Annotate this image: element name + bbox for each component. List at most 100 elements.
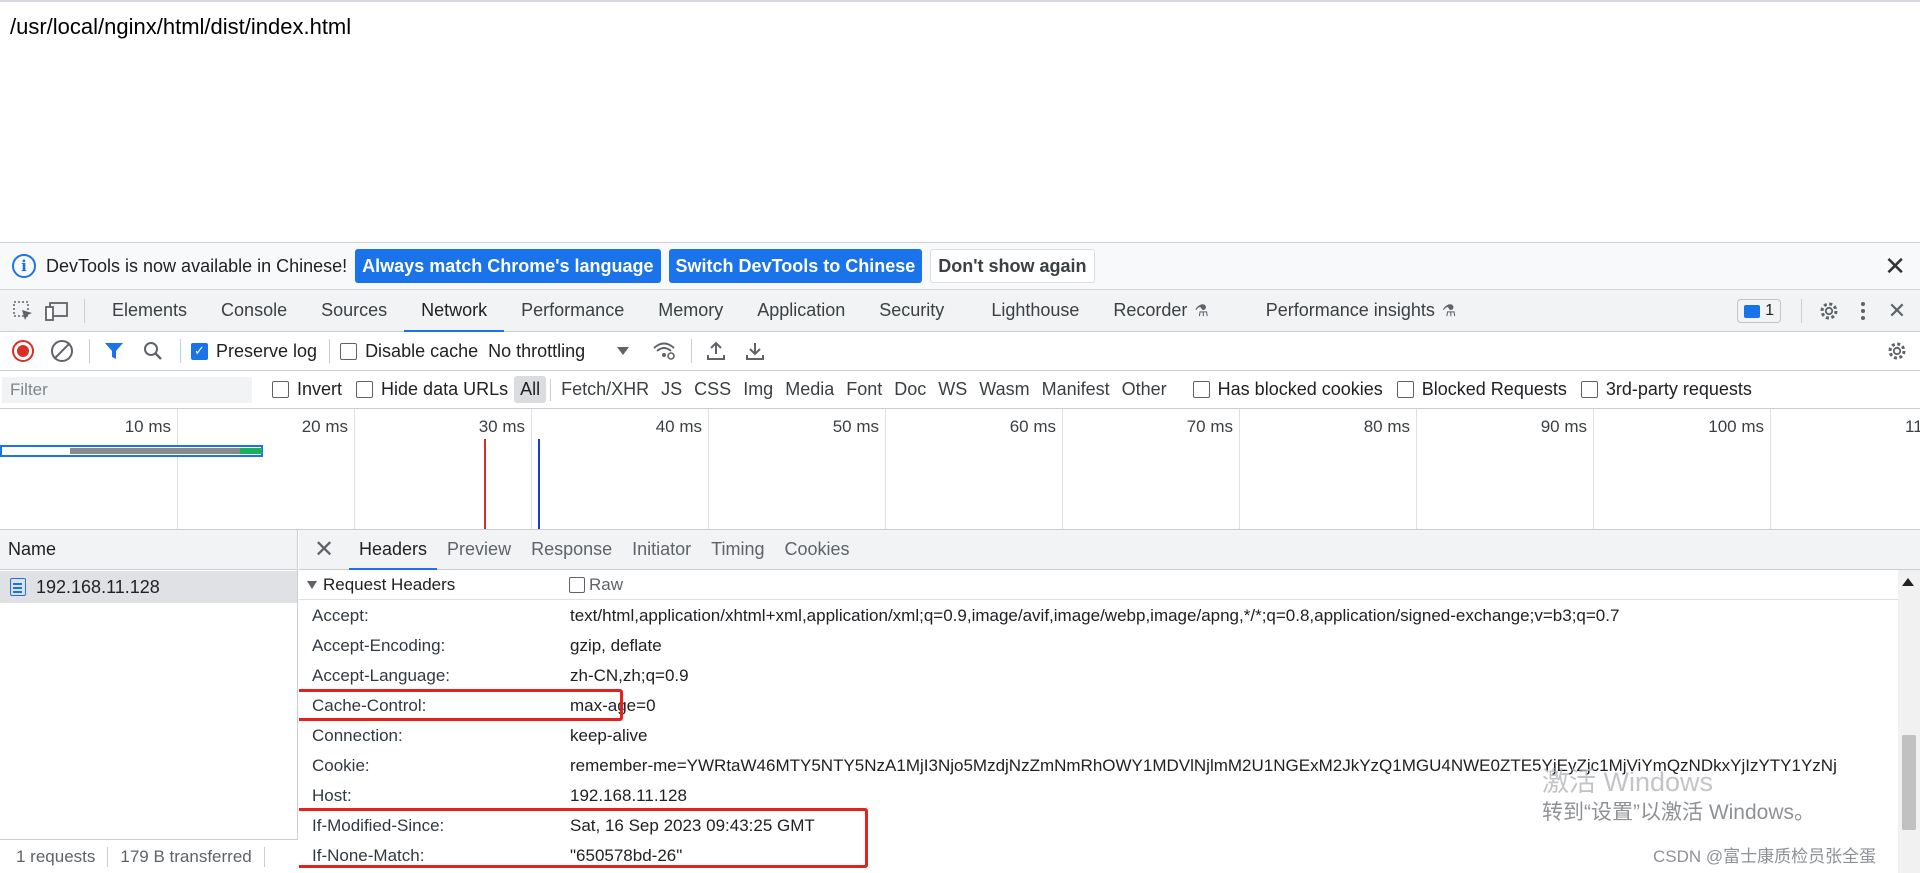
waiting-segment [70, 448, 240, 454]
network-conditions-icon[interactable] [649, 336, 679, 366]
language-infobar: i DevTools is now available in Chinese! … [0, 242, 1920, 290]
name-column-header[interactable]: Name [0, 530, 297, 570]
inspect-element-icon[interactable] [6, 294, 40, 328]
transferred-size: 179 B transferred [120, 846, 252, 866]
type-filter-css[interactable]: CSS [688, 376, 737, 403]
throttling-select[interactable]: No throttling [488, 341, 630, 362]
disable-cache-checkbox[interactable]: Disable cache [340, 341, 478, 362]
timeline-divider [1593, 409, 1594, 529]
scrollbar-thumb[interactable] [1902, 735, 1916, 830]
tab-memory[interactable]: Memory [641, 290, 740, 332]
invert-label: Invert [297, 379, 343, 399]
tab-elements[interactable]: Elements [95, 290, 204, 332]
hide-data-urls-checkbox[interactable]: Hide data URLs [356, 379, 508, 400]
tab-preview[interactable]: Preview [437, 530, 521, 570]
checkbox-icon [569, 576, 585, 593]
filter-bar: Filter Invert Hide data URLs All Fetch/XH… [0, 371, 1920, 409]
has-blocked-cookies-label: Has blocked cookies [1217, 379, 1383, 399]
invert-checkbox[interactable]: Invert [272, 379, 342, 400]
raw-label: Raw [589, 574, 624, 594]
hide-data-urls-label: Hide data URLs [381, 379, 509, 399]
close-details-icon[interactable]: ✕ [309, 535, 339, 564]
header-value[interactable]: 192.168.11.128 [570, 786, 687, 806]
timeline-divider [885, 409, 886, 529]
third-party-requests-checkbox[interactable]: 3rd-party requests [1580, 379, 1752, 400]
tab-timing[interactable]: Timing [701, 530, 774, 570]
upload-icon[interactable] [701, 336, 731, 366]
tab-cookies[interactable]: Cookies [775, 530, 860, 570]
type-filter-fetch-xhr[interactable]: Fetch/XHR [555, 376, 655, 403]
type-filter-media[interactable]: Media [779, 376, 840, 403]
tab-security[interactable]: Security [862, 290, 974, 332]
issues-badge[interactable]: 1 [1737, 299, 1781, 323]
filter-icon[interactable] [99, 336, 129, 366]
always-match-language-button[interactable]: Always match Chrome's language [355, 249, 661, 283]
type-filter-doc[interactable]: Doc [888, 376, 932, 403]
type-filter-all[interactable]: All [514, 376, 547, 403]
tab-initiator[interactable]: Initiator [622, 530, 701, 570]
raw-checkbox[interactable]: Raw [569, 575, 623, 595]
tab-recorder[interactable]: Recorder ⚗ [1096, 290, 1225, 332]
switch-to-chinese-button[interactable]: Switch DevTools to Chinese [668, 249, 923, 283]
tabbar-right-controls: 1 ✕ [1737, 290, 1920, 332]
type-filter-font[interactable]: Font [840, 376, 888, 403]
gear-icon[interactable] [1812, 294, 1846, 328]
csdn-credit-watermark: CSDN @富士康质检员张全蛋 [1653, 847, 1877, 866]
request-name: 192.168.11.128 [36, 576, 160, 597]
close-devtools-icon[interactable]: ✕ [1880, 294, 1914, 328]
tab-performance-insights[interactable]: Performance insights ⚗ [1226, 290, 1473, 332]
tab-response[interactable]: Response [521, 530, 622, 570]
device-toolbar-icon[interactable] [40, 294, 74, 328]
tabbar-separator [1801, 299, 1802, 323]
download-segment [240, 448, 262, 454]
dom-content-loaded-marker [538, 439, 540, 529]
has-blocked-cookies-checkbox[interactable]: Has blocked cookies [1192, 379, 1383, 400]
download-icon[interactable] [740, 336, 770, 366]
tab-application[interactable]: Application [740, 290, 862, 332]
request-row[interactable]: 192.168.11.128 [0, 571, 297, 603]
header-value[interactable]: gzip, deflate [570, 636, 662, 656]
tab-headers[interactable]: Headers [349, 530, 438, 570]
record-icon[interactable] [8, 336, 38, 366]
type-filter-manifest[interactable]: Manifest [1036, 376, 1116, 403]
chat-icon [1744, 304, 1761, 318]
close-icon[interactable]: ✕ [1884, 253, 1906, 279]
dont-show-again-button[interactable]: Don't show again [930, 249, 1095, 283]
type-filter-other[interactable]: Other [1116, 376, 1173, 403]
timeline-divider [1416, 409, 1417, 529]
highlight-box [299, 808, 868, 868]
type-filter-ws[interactable]: WS [932, 376, 973, 403]
network-settings-gear-icon[interactable] [1882, 336, 1912, 366]
network-overview-timeline[interactable]: 10 ms 20 ms 30 ms 40 ms 50 ms 60 ms 70 ms 80 ms… [0, 409, 1920, 530]
search-icon[interactable] [138, 336, 168, 366]
highlight-box [299, 689, 623, 721]
clear-icon[interactable] [47, 336, 77, 366]
requests-panel: Name 192.168.11.128 1 requests 179 B tra… [0, 530, 298, 873]
timeline-tick-label: 70 ms [1186, 417, 1233, 436]
type-filter-img[interactable]: Img [737, 376, 779, 403]
header-row: Accept-Language: zh-CN,zh;q=0.9 [299, 661, 1899, 691]
type-filter-wasm[interactable]: Wasm [973, 376, 1035, 403]
header-value[interactable]: zh-CN,zh;q=0.9 [570, 666, 689, 686]
type-filter-js[interactable]: JS [655, 376, 688, 403]
request-headers-section[interactable]: Request Headers Raw [299, 570, 1920, 600]
preserve-log-checkbox[interactable]: ✓ Preserve log [191, 341, 317, 362]
tab-network[interactable]: Network [404, 290, 505, 332]
section-title: Request Headers [323, 574, 456, 594]
tab-performance[interactable]: Performance [504, 290, 641, 332]
header-value[interactable]: keep-alive [570, 726, 648, 746]
timeline-divider [1239, 409, 1240, 529]
blocked-requests-checkbox[interactable]: Blocked Requests [1396, 379, 1567, 400]
filter-input[interactable]: Filter [2, 376, 252, 403]
more-vert-icon[interactable] [1846, 294, 1880, 328]
network-toolbar: ✓ Preserve log Disable cache No throttlin… [0, 332, 1920, 371]
tab-console[interactable]: Console [204, 290, 304, 332]
flask-icon: ⚗ [1194, 302, 1209, 320]
header-row: Accept: text/html,application/xhtml+xml,a… [299, 601, 1899, 631]
scroll-up-arrow-icon[interactable] [1902, 578, 1914, 586]
tab-lighthouse[interactable]: Lighthouse [974, 290, 1096, 332]
tab-sources[interactable]: Sources [304, 290, 404, 332]
header-value[interactable]: text/html,application/xhtml+xml,applicat… [570, 606, 1619, 626]
page-top-border [0, 0, 1920, 2]
timeline-tick-label: 100 ms [1708, 417, 1764, 436]
